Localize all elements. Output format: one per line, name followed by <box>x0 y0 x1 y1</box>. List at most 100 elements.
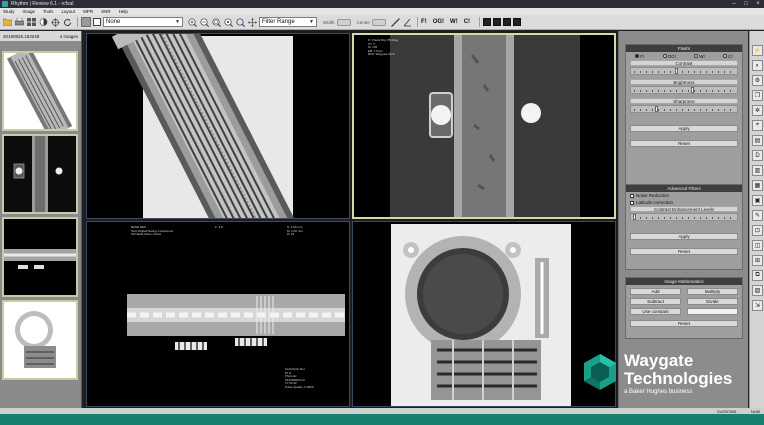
maximize-button[interactable]: □ <box>740 0 752 8</box>
layout-grid-icon[interactable] <box>26 17 36 27</box>
layout-1x2-button[interactable] <box>493 18 502 26</box>
noise-reduction-checkbox[interactable]: Noise Reduction <box>626 192 742 199</box>
sharpness-slider[interactable] <box>630 105 738 113</box>
crosshair-icon[interactable] <box>50 17 60 27</box>
multiply-button[interactable]: Multiply <box>687 288 738 295</box>
settings-tool-icon[interactable]: ⚙ <box>752 75 763 86</box>
report-tool-icon[interactable]: ▣ <box>752 195 763 206</box>
thumbnail-4[interactable] <box>2 300 78 380</box>
enhancement-levels-handle[interactable] <box>633 214 636 220</box>
latitude-correction-checkbox[interactable]: Latitude correction <box>626 199 742 206</box>
histogram-tool-icon[interactable]: ▥ <box>752 165 763 176</box>
ruler-tool-icon[interactable]: ⊞ <box>752 255 763 266</box>
advanced-reset-button[interactable]: Reset <box>630 248 738 255</box>
layout-2x2-button[interactable] <box>513 18 522 26</box>
minimize-button[interactable]: – <box>728 0 740 8</box>
lock-tool-icon[interactable]: ⊡ <box>752 225 763 236</box>
flag-f-button[interactable]: F! <box>421 19 427 25</box>
menu-image[interactable]: Image <box>23 9 36 14</box>
zoom-out-icon[interactable] <box>199 17 209 27</box>
advanced-apply-button[interactable]: Apply <box>630 233 738 240</box>
width-field[interactable] <box>336 18 351 26</box>
flash-apply-button[interactable]: Apply <box>630 125 738 132</box>
radio-w[interactable]: W! <box>694 54 705 59</box>
snr-tool-icon[interactable]: ▤ <box>752 135 763 146</box>
flag-w-button[interactable]: W! <box>450 19 458 25</box>
menu-layout[interactable]: Layout <box>62 9 76 14</box>
filter-select[interactable]: Filter Range ▼ <box>259 17 317 27</box>
radio-c[interactable]: C! <box>723 54 733 59</box>
flash-reset-button[interactable]: Reset <box>630 140 738 147</box>
viewport-3[interactable]: BASE DEC Tech Digital/Testing Conference… <box>86 221 350 407</box>
menu-mpr[interactable]: MPR <box>83 9 93 14</box>
viewport-1[interactable] <box>86 33 350 219</box>
layout-2x1-button[interactable] <box>503 18 512 26</box>
image-tool-icon[interactable]: ▧ <box>752 285 763 296</box>
math-reset-button[interactable]: Reset <box>630 320 738 327</box>
export-tool-icon[interactable]: ⇲ <box>752 300 763 311</box>
zoom-in-icon[interactable] <box>187 17 197 27</box>
thumbnail-panel: 20190825.183248 4 images <box>0 31 82 414</box>
menu-help[interactable]: Help <box>119 9 128 14</box>
filter-tool-icon[interactable]: ◐ <box>752 60 763 71</box>
radio-og[interactable]: OG! <box>662 54 676 59</box>
subtract-button[interactable]: Subtract <box>630 298 681 305</box>
menu-snr[interactable]: SNR <box>101 9 111 14</box>
width-label: Width <box>323 19 335 25</box>
contrast-slider[interactable] <box>630 67 738 75</box>
measure-tool-icon[interactable]: ⌖ <box>752 120 763 131</box>
profile-tool-icon[interactable]: D <box>752 150 763 161</box>
enhancement-levels-slider[interactable] <box>630 213 738 221</box>
contrast-slider-handle[interactable] <box>675 68 678 74</box>
invert-button[interactable] <box>81 17 91 27</box>
refresh-icon[interactable] <box>62 17 72 27</box>
layout-1x1-button[interactable] <box>483 18 492 26</box>
latitude-correction-label: Latitude correction <box>636 200 674 205</box>
center-field[interactable] <box>372 18 387 26</box>
zoom-actual-icon[interactable] <box>223 17 233 27</box>
close-button[interactable]: × <box>752 0 764 8</box>
sharpness-label: Sharpness <box>630 98 738 104</box>
flash-tool-icon[interactable]: ⚡ <box>752 45 763 56</box>
constant-input[interactable] <box>687 308 738 315</box>
sharpness-slider-handle[interactable] <box>655 106 658 112</box>
display-mode-select[interactable]: None ▼ <box>103 17 183 27</box>
compare-tool-icon[interactable]: ⧉ <box>752 270 763 281</box>
menu-tools[interactable]: Tools <box>43 9 54 14</box>
thumbnail-2[interactable] <box>2 134 78 214</box>
window-level-icon[interactable] <box>38 17 48 27</box>
viewport-2[interactable]: P: Check Rtg: 85.0deg XT: 4 M: 145 EB: 7… <box>352 33 616 219</box>
pan-icon[interactable] <box>247 17 257 27</box>
copy-tool-icon[interactable]: ❐ <box>752 90 763 101</box>
zoom-fit-icon[interactable] <box>211 17 221 27</box>
main-toolbar: None ▼ Filter Range ▼ Width Center F! OG… <box>0 15 764 30</box>
thumbnail-3[interactable] <box>2 217 78 297</box>
use-constant-button[interactable]: Use constant <box>630 308 681 315</box>
divide-button[interactable]: Divide <box>687 298 738 305</box>
flag-c-button[interactable]: C! <box>464 19 470 25</box>
thumbnail-1[interactable] <box>2 51 78 131</box>
menu-study[interactable]: Study <box>3 9 15 14</box>
ruler-icon[interactable] <box>390 17 400 27</box>
slider-ticks <box>634 217 734 219</box>
brightness-slider-handle[interactable] <box>691 87 694 93</box>
color-swatch-button[interactable] <box>93 18 101 26</box>
open-folder-icon[interactable] <box>2 17 12 27</box>
advanced-filters-title: Advanced Filters <box>626 185 742 192</box>
brightness-slider[interactable] <box>630 86 738 94</box>
gear-tool-icon[interactable]: ✲ <box>752 105 763 116</box>
grid-tool-icon[interactable]: ▦ <box>752 180 763 191</box>
viewport-3-overlay-top: F: 4.8 <box>215 225 223 229</box>
layers-tool-icon[interactable]: ◫ <box>752 240 763 251</box>
viewport-4[interactable] <box>352 221 616 407</box>
annotation-tool-icon[interactable]: ✎ <box>752 210 763 221</box>
flash-mode-radios: F! OG! W! C! <box>626 52 742 60</box>
radio-f[interactable]: F! <box>635 54 644 59</box>
magnifier-icon[interactable] <box>235 17 245 27</box>
print-icon[interactable] <box>14 17 24 27</box>
flag-og-button[interactable]: OG! <box>433 19 444 25</box>
add-button[interactable]: Add <box>630 288 681 295</box>
angle-icon[interactable] <box>402 17 412 27</box>
image-math-title: Image Mathematics <box>626 278 742 285</box>
